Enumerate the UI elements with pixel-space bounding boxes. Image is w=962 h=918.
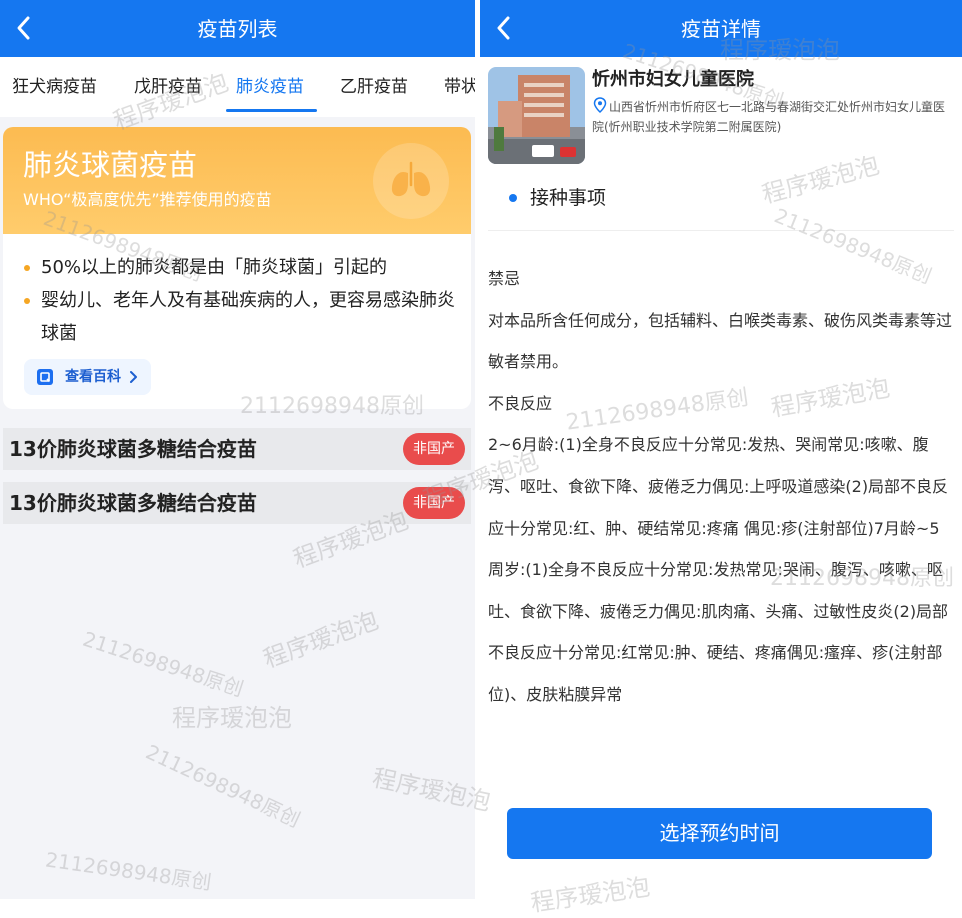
- vaccine-name: 13价肺炎球菌多糖结合疫苗: [9, 491, 257, 515]
- vaccine-list-item[interactable]: 13价肺炎球菌多糖结合疫苗 非国产: [3, 482, 471, 524]
- tab-pneumonia[interactable]: 肺炎疫苗: [236, 75, 304, 99]
- detail-paragraph: 2~6月龄:(1)全身不良反应十分常见:发热、哭闹常见:咳嗽、腹泻、呕吐、食欲下…: [488, 435, 949, 704]
- vaccine-name: 13价肺炎球菌多糖结合疫苗: [9, 437, 257, 461]
- book-icon: [37, 369, 53, 385]
- tab-hepatitis-b[interactable]: 乙肝疫苗: [340, 75, 408, 99]
- card-bullet-list: 50%以上的肺炎都是由「肺炎球菌」引起的 婴幼儿、老年人及有基础疾病的人，更容易…: [21, 251, 461, 350]
- detail-heading: 禁忌: [488, 269, 521, 288]
- view-encyclopedia-button[interactable]: 查看百科: [24, 359, 151, 395]
- active-tab-indicator: [226, 109, 317, 112]
- tab-hepatitis-e[interactable]: 戊肝疫苗: [134, 75, 202, 99]
- tab-herpes-zoster[interactable]: 带状: [444, 75, 475, 99]
- detail-heading: 不良反应: [488, 393, 553, 413]
- card-title: 肺炎球菌疫苗: [23, 148, 198, 182]
- select-appointment-time-button[interactable]: 选择预约时间: [507, 808, 932, 859]
- detail-paragraph: 对本品所含任何成分，包括辅料、白喉类毒素、破伤风类毒素等过敏者禁用。: [488, 310, 953, 372]
- top-nav-bar: 疫苗详情: [480, 0, 962, 57]
- origin-badge: 非国产: [403, 487, 465, 519]
- origin-badge: 非国产: [403, 433, 465, 465]
- vaccine-category-tabs: 狂犬病疫苗 戊肝疫苗 肺炎疫苗 乙肝疫苗 带状: [0, 57, 475, 117]
- card-subtitle: WHO“极高度优先”推荐使用的疫苗: [23, 190, 272, 209]
- list-item: 婴幼儿、老年人及有基础疾病的人，更容易感染肺炎球菌: [21, 284, 461, 350]
- vaccine-list-screen: 疫苗列表 狂犬病疫苗 戊肝疫苗 肺炎疫苗 乙肝疫苗 带状 肺炎球菌疫苗 WHO“…: [0, 0, 475, 899]
- hospital-photo: [488, 67, 585, 164]
- vaccination-details: 禁忌 对本品所含任何成分，包括辅料、白喉类毒素、破伤风类毒素等过敏者禁用。 不良…: [488, 258, 954, 716]
- hospital-name: 忻州市妇女儿童医院: [592, 69, 754, 90]
- tab-rabies[interactable]: 狂犬病疫苗: [12, 75, 97, 99]
- page-title: 疫苗详情: [681, 17, 761, 41]
- hospital-address: 山西省忻州市忻府区七一北路与春湖街交汇处忻州市妇女儿童医院(忻州职业技术学院第二…: [592, 100, 946, 134]
- view-encyclopedia-label: 查看百科: [65, 369, 121, 385]
- page-title: 疫苗列表: [197, 17, 278, 41]
- chevron-right-icon: [130, 371, 137, 383]
- pneumonia-intro-card: 肺炎球菌疫苗 WHO“极高度优先”推荐使用的疫苗 50%以上的肺炎都是由「肺炎球…: [3, 127, 471, 409]
- top-nav-bar: 疫苗列表: [0, 0, 475, 57]
- vaccine-list-item[interactable]: 13价肺炎球菌多糖结合疫苗 非国产: [3, 428, 471, 470]
- lung-icon: [373, 143, 449, 219]
- section-title: 接种事项: [530, 187, 607, 209]
- card-header: 肺炎球菌疫苗 WHO“极高度优先”推荐使用的疫苗: [3, 127, 471, 234]
- list-item: 50%以上的肺炎都是由「肺炎球菌」引起的: [21, 251, 461, 284]
- section-dot: [509, 194, 517, 202]
- divider: [488, 230, 954, 231]
- vaccine-detail-screen: 疫苗详情 忻州市妇女儿童医院 山西省忻州市忻府区七一北路与春湖街交汇处忻州市妇女…: [480, 0, 962, 899]
